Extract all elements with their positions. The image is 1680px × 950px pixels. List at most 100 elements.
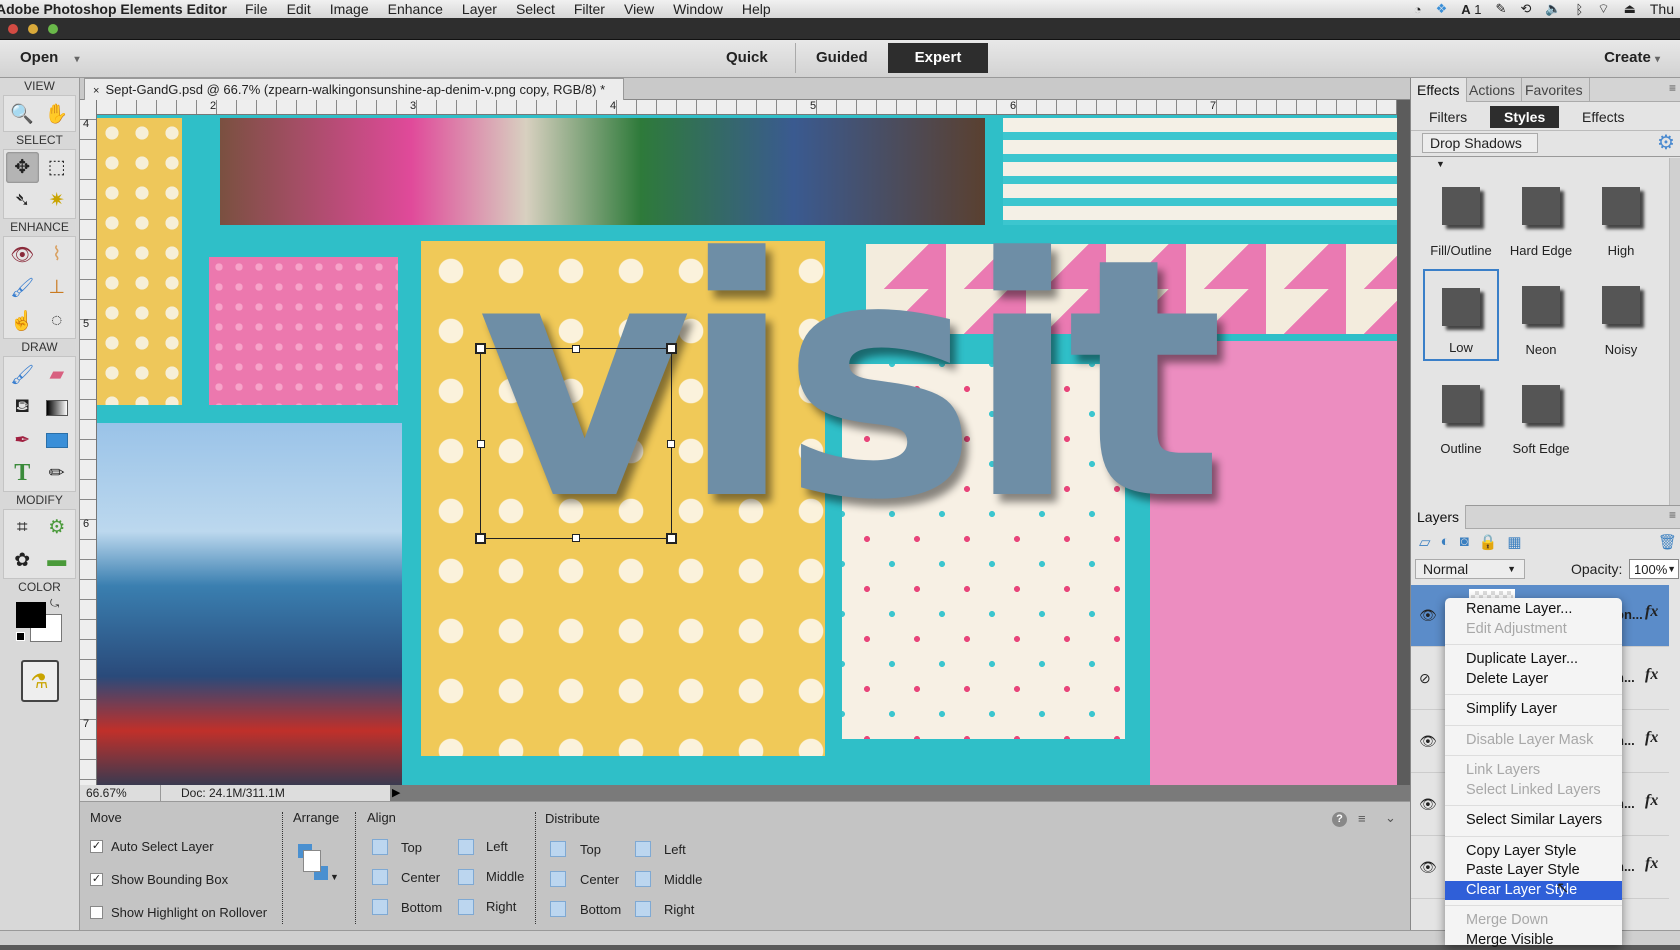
resize-handle[interactable] <box>572 534 580 542</box>
align-bottom-button[interactable]: Bottom <box>401 900 442 915</box>
eraser-tool-icon[interactable]: ▰ <box>41 359 74 390</box>
adjustment-layer-icon[interactable]: ◐ <box>1441 533 1450 551</box>
dropbox-icon[interactable]: ❖ <box>1436 1 1448 17</box>
arrange-button[interactable]: ▼ <box>298 844 338 884</box>
distribute-middle-icon[interactable] <box>635 871 651 887</box>
crop-tool-icon[interactable]: ⌗ <box>6 512 39 543</box>
align-right-button[interactable]: Right <box>486 899 516 914</box>
distribute-right-button[interactable]: Right <box>664 902 694 917</box>
layer-mask-icon[interactable]: ◙ <box>1460 533 1469 551</box>
zoom-level[interactable]: 66.67% <box>80 785 160 801</box>
menu-item-merge-visible[interactable]: Merge Visible <box>1445 931 1622 950</box>
menu-item-duplicate-layer[interactable]: Duplicate Layer... <box>1445 650 1622 670</box>
layers-panel-menu-icon[interactable]: ≡ <box>1669 508 1676 522</box>
menu-item-paste-layer-style[interactable]: Paste Layer Style <box>1445 861 1622 881</box>
align-top-icon[interactable] <box>372 839 388 855</box>
distribute-bottom-icon[interactable] <box>550 901 566 917</box>
menu-select[interactable]: Select <box>516 1 555 17</box>
distribute-center-icon[interactable] <box>550 871 566 887</box>
time-machine-icon[interactable]: ⟲ <box>1520 1 1531 17</box>
align-center-icon[interactable] <box>372 869 388 885</box>
zoom-tool-icon[interactable]: 🔍 <box>6 98 39 129</box>
subtab-filters[interactable]: Filters <box>1415 106 1481 128</box>
distribute-center-button[interactable]: Center <box>580 872 619 887</box>
smart-brush-icon[interactable]: 🖌 <box>6 272 39 303</box>
tab-actions[interactable]: Actions <box>1463 78 1522 102</box>
style-noisy[interactable]: Noisy <box>1583 269 1659 361</box>
distribute-top-icon[interactable] <box>550 841 566 857</box>
align-left-button[interactable]: Left <box>486 839 508 854</box>
open-button[interactable]: Open ▾ <box>0 43 100 73</box>
menu-image[interactable]: Image <box>330 1 369 17</box>
fx-icon[interactable]: fx <box>1645 729 1658 747</box>
distribute-middle-button[interactable]: Middle <box>664 872 702 887</box>
style-high[interactable]: High <box>1583 170 1659 262</box>
resize-handle[interactable] <box>475 533 486 544</box>
gradient-tool-icon[interactable] <box>41 392 74 423</box>
style-outline[interactable]: Outline <box>1423 368 1499 460</box>
clock-icon[interactable]: ◔ <box>1414 2 1422 17</box>
eyedropper-tool-icon[interactable]: ✒ <box>6 425 39 456</box>
style-low[interactable]: Low <box>1423 269 1499 361</box>
tool-options-flask-icon[interactable]: ⚗ <box>21 660 59 702</box>
red-eye-tool-icon[interactable]: 👁 <box>6 239 39 270</box>
subtab-styles[interactable]: Styles <box>1490 106 1559 128</box>
resize-handle[interactable] <box>666 533 677 544</box>
menu-item-copy-layer-style[interactable]: Copy Layer Style <box>1445 842 1622 862</box>
swap-colors-icon[interactable]: ⤿ <box>50 598 59 611</box>
volume-icon[interactable]: 🔈 <box>1545 1 1561 17</box>
magic-wand-tool-icon[interactable]: ✷ <box>41 185 74 216</box>
distribute-top-button[interactable]: Top <box>580 842 601 857</box>
panel-menu-icon[interactable]: ≡ <box>1669 81 1676 95</box>
document-canvas[interactable]: visit <box>97 115 1397 785</box>
lock-transparency-icon[interactable]: ▦ <box>1507 533 1521 551</box>
menu-file[interactable]: File <box>245 1 268 17</box>
vertical-scrollbar[interactable] <box>1397 100 1410 785</box>
new-layer-icon[interactable]: ▱ <box>1419 533 1431 551</box>
minimize-window-button[interactable] <box>28 24 38 34</box>
align-bottom-icon[interactable] <box>372 899 388 915</box>
close-icon[interactable]: × <box>93 85 99 97</box>
tab-effects[interactable]: Effects <box>1411 78 1467 102</box>
blend-mode-dropdown[interactable]: Normal▼ <box>1415 559 1525 579</box>
menu-item-simplify-layer[interactable]: Simplify Layer <box>1445 700 1622 720</box>
evernote-icon[interactable]: ✎ <box>1496 1 1507 17</box>
style-fill-outline[interactable]: Fill/Outline <box>1423 170 1499 262</box>
tab-favorites[interactable]: Favorites <box>1519 78 1590 102</box>
eye-hidden-icon[interactable]: ⊘ <box>1419 670 1431 687</box>
trash-icon[interactable]: 🗑 <box>1658 533 1677 551</box>
align-right-icon[interactable] <box>458 899 474 915</box>
bluetooth-icon[interactable]: ᛒ <box>1576 2 1584 17</box>
menu-filter[interactable]: Filter <box>574 1 605 17</box>
foreground-color-swatch[interactable] <box>16 602 46 628</box>
subtab-effects[interactable]: Effects <box>1568 106 1639 128</box>
bounding-box[interactable] <box>480 348 672 539</box>
chevron-down-icon[interactable]: ▼ <box>1667 560 1676 579</box>
move-tool-icon[interactable]: ✥ <box>6 152 39 183</box>
eye-icon[interactable]: 👁 <box>1419 796 1437 813</box>
distribute-right-icon[interactable] <box>635 901 651 917</box>
document-tab[interactable]: ×Sept-GandG.psd @ 66.7% (zpearn-walkingo… <box>84 78 624 100</box>
shape-tool-icon[interactable] <box>41 425 74 456</box>
help-icon[interactable]: ? <box>1332 812 1347 827</box>
lock-icon[interactable]: 🔒 <box>1479 533 1498 551</box>
resize-handle[interactable] <box>666 343 677 354</box>
pencil-tool-icon[interactable]: ✏ <box>41 458 74 489</box>
sponge-tool-icon[interactable]: ◌ <box>41 305 74 336</box>
default-colors-icon[interactable] <box>16 632 25 641</box>
status-menu-arrow-icon[interactable]: ▶ <box>392 786 400 799</box>
fx-icon[interactable]: fx <box>1645 603 1658 621</box>
collapse-chevron-icon[interactable]: ⌄ <box>1385 810 1396 826</box>
menu-item-clear-layer-style[interactable]: Clear Layer Style <box>1445 881 1622 901</box>
menu-item-rename-layer[interactable]: Rename Layer... <box>1445 600 1622 620</box>
create-button[interactable]: Create ▾ <box>1584 43 1680 73</box>
menu-view[interactable]: View <box>624 1 654 17</box>
chevron-down-icon[interactable]: ▾ <box>75 54 80 65</box>
align-top-button[interactable]: Top <box>401 840 422 855</box>
recompose-tool-icon[interactable]: ⚙ <box>41 512 74 543</box>
close-window-button[interactable] <box>8 24 18 34</box>
tab-quick[interactable]: Quick <box>706 43 788 73</box>
highlight-rollover-checkbox[interactable] <box>90 906 103 919</box>
menu-layer[interactable]: Layer <box>462 1 497 17</box>
resize-handle[interactable] <box>475 343 486 354</box>
